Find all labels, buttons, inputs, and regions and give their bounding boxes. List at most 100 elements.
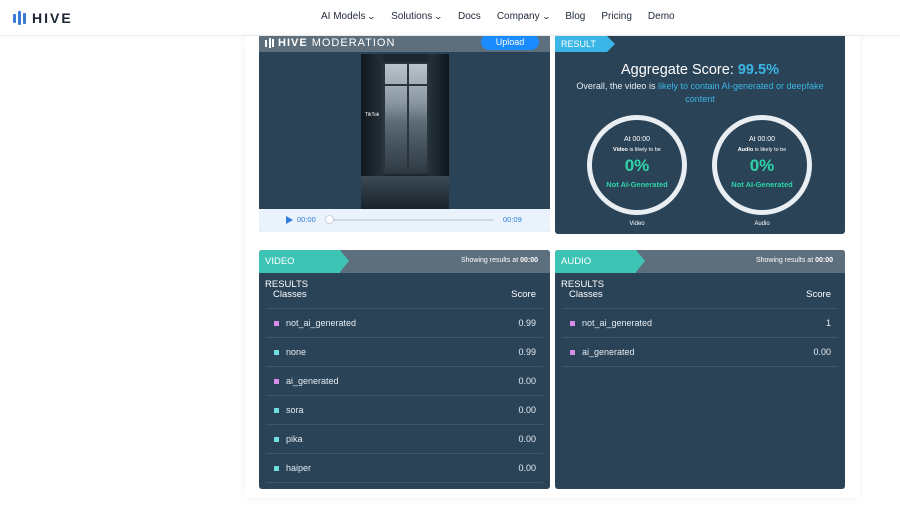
ring-status: Not AI-Generated bbox=[731, 180, 793, 189]
class-score: 0.00 bbox=[518, 376, 536, 386]
window-transom bbox=[385, 84, 427, 86]
result-tag: RESULT bbox=[555, 36, 615, 52]
current-time: 00:00 bbox=[297, 215, 316, 224]
showing-results-text: Showing results at 00:00 bbox=[756, 257, 833, 264]
video-panel: HIVE MODERATION Upload TikTok 00:00 00:0… bbox=[259, 36, 550, 232]
duration: 00:09 bbox=[503, 215, 522, 224]
video-score-ring: At 00:00 Video is likely to be 0% Not AI… bbox=[587, 115, 687, 215]
tiktok-watermark: TikTok bbox=[365, 112, 380, 118]
nav-demo[interactable]: Demo bbox=[648, 11, 675, 22]
audio-results-panel: AUDIO RESULTS Showing results at 00:00 C… bbox=[555, 250, 845, 489]
class-color-marker bbox=[274, 350, 279, 355]
table-row: haiper 0.00 bbox=[266, 453, 543, 482]
logo-bold-text: HIVE bbox=[278, 37, 308, 49]
table-divider bbox=[266, 482, 543, 483]
class-color-marker bbox=[274, 321, 279, 326]
hive-logo-icon bbox=[13, 11, 26, 25]
table-row: pika 0.00 bbox=[266, 424, 543, 453]
audio-ring-caption: Audio bbox=[754, 221, 770, 227]
table-row: ai_generated 0.00 bbox=[562, 337, 838, 366]
nav-docs[interactable]: Docs bbox=[458, 11, 481, 22]
nav-label: Solutions bbox=[391, 11, 433, 22]
column-header-classes: Classes bbox=[569, 289, 603, 300]
ring-status: Not AI-Generated bbox=[606, 180, 668, 189]
ring-timestamp: At 00:00 bbox=[748, 136, 776, 143]
ring-likely: is likely to be bbox=[629, 147, 661, 153]
class-label: pika bbox=[286, 434, 303, 444]
ring-percent: 0% bbox=[624, 156, 650, 175]
ring-percent: 0% bbox=[749, 156, 775, 175]
nav-ai-models[interactable]: AI Models ⌄ bbox=[321, 11, 377, 22]
hive-moderation-logo: HIVE MODERATION bbox=[265, 37, 395, 49]
chevron-down-icon: ⌄ bbox=[367, 12, 377, 21]
verdict-highlight: likely to contain AI-generated or deepfa… bbox=[657, 81, 824, 104]
class-color-marker bbox=[274, 466, 279, 471]
play-icon[interactable] bbox=[286, 216, 293, 224]
nav-solutions[interactable]: Solutions ⌄ bbox=[391, 11, 444, 22]
overall-verdict: Overall, the video is likely to contain … bbox=[563, 80, 837, 106]
table-row: not_ai_generated 0.99 bbox=[266, 308, 543, 337]
class-score: 0.00 bbox=[518, 405, 536, 415]
video-results-header: VIDEO RESULTS Showing results at 00:00 bbox=[259, 250, 550, 290]
class-label: not_ai_generated bbox=[286, 318, 357, 328]
ring-likely-text: Video is likely to be bbox=[592, 147, 682, 153]
class-label: none bbox=[286, 347, 307, 357]
class-score: 0.99 bbox=[518, 347, 536, 357]
nav-label: Blog bbox=[565, 11, 586, 22]
class-color-marker bbox=[274, 408, 279, 413]
nav-label: Company bbox=[496, 11, 540, 22]
seek-bar[interactable] bbox=[327, 219, 494, 221]
audio-results-header: AUDIO RESULTS Showing results at 00:00 bbox=[555, 250, 845, 290]
class-score: 0.00 bbox=[813, 347, 831, 357]
nav-pricing[interactable]: Pricing bbox=[601, 11, 632, 22]
upload-button[interactable]: Upload bbox=[481, 36, 539, 50]
main-nav: AI Models ⌄ Solutions ⌄ Docs Company ⌄ Blog… bbox=[321, 11, 675, 22]
class-color-marker bbox=[570, 350, 575, 355]
video-preview[interactable]: TikTok bbox=[361, 54, 449, 209]
nav-company[interactable]: Company ⌄ bbox=[496, 11, 551, 22]
window-mullion bbox=[407, 64, 409, 172]
audio-score-ring: At 00:00 Audio is likely to be 0% Not AI… bbox=[712, 115, 812, 215]
class-label: sora bbox=[286, 405, 304, 415]
moderation-header: HIVE MODERATION Upload bbox=[259, 36, 550, 52]
ring-likely: is likely to be bbox=[754, 147, 787, 153]
class-label: ai_generated bbox=[286, 376, 339, 386]
class-label: ai_generated bbox=[582, 347, 635, 357]
ring-subject: Audio bbox=[737, 147, 754, 153]
class-score: 0.00 bbox=[518, 463, 536, 473]
column-header-score: Score bbox=[806, 289, 831, 300]
class-label: not_ai_generated bbox=[582, 318, 653, 328]
aggregate-score: Aggregate Score: 99.5% bbox=[555, 62, 845, 78]
class-score: 0.99 bbox=[518, 318, 536, 328]
nav-label: Pricing bbox=[601, 11, 632, 22]
class-color-marker bbox=[274, 437, 279, 442]
column-header-score: Score bbox=[511, 289, 536, 300]
table-row: none 0.99 bbox=[266, 337, 543, 366]
chevron-down-icon: ⌄ bbox=[433, 12, 444, 21]
nav-blog[interactable]: Blog bbox=[565, 11, 585, 22]
video-scene-window bbox=[383, 62, 429, 174]
audio-results-tag: AUDIO RESULTS bbox=[555, 250, 645, 290]
ring-timestamp: At 00:00 bbox=[623, 136, 651, 143]
video-ring-caption: Video bbox=[629, 221, 645, 227]
class-score: 0.00 bbox=[518, 434, 536, 444]
result-panel: RESULT Aggregate Score: 99.5% Overall, th… bbox=[555, 36, 845, 234]
class-score: 1 bbox=[825, 318, 831, 328]
nav-label: Docs bbox=[458, 11, 481, 22]
aggregate-value: 99.5% bbox=[737, 62, 779, 78]
class-color-marker bbox=[570, 321, 575, 326]
showing-time: 00:00 bbox=[815, 257, 833, 264]
hive-logo[interactable]: HIVE bbox=[13, 10, 73, 26]
aggregate-label: Aggregate Score: bbox=[621, 62, 734, 78]
seek-handle[interactable] bbox=[325, 215, 334, 224]
logo-light-text: MODERATION bbox=[311, 37, 396, 49]
showing-prefix: Showing results at bbox=[755, 257, 814, 264]
video-scene-floor bbox=[361, 176, 449, 209]
verdict-prefix: Overall, the video is bbox=[576, 81, 656, 91]
ring-likely-text: Audio is likely to be bbox=[717, 147, 807, 153]
column-header-classes: Classes bbox=[273, 289, 307, 300]
video-player-controls: 00:00 00:09 bbox=[259, 209, 550, 232]
table-divider bbox=[562, 366, 838, 367]
top-navigation: HIVE AI Models ⌄ Solutions ⌄ Docs Company ⌄… bbox=[0, 0, 900, 36]
ring-subject: Video bbox=[613, 147, 628, 153]
